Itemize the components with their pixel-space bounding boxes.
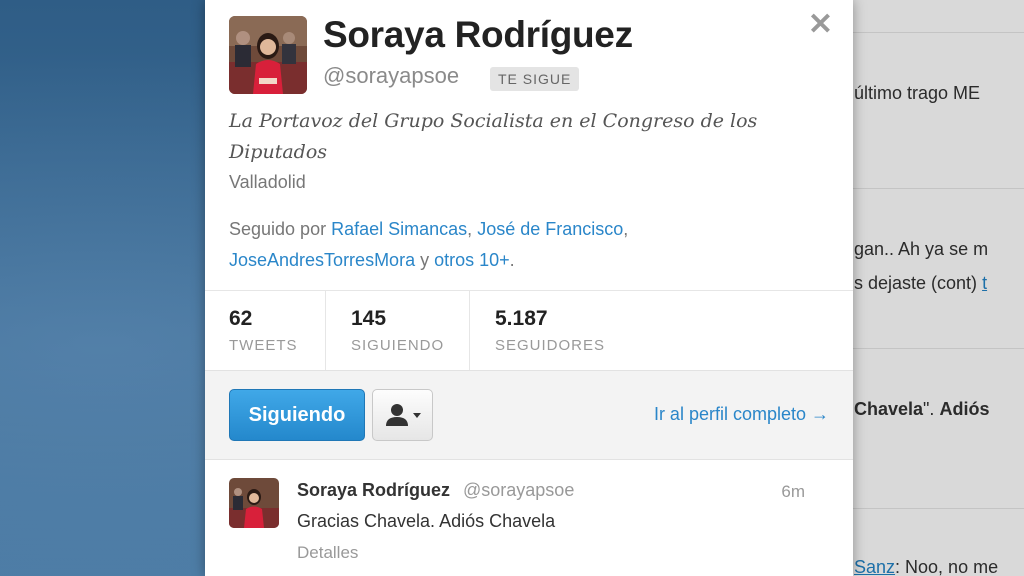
timeline-row: último trago ME [840, 32, 1024, 192]
tweet-text: Gracias Chavela. Adiós Chavela [297, 511, 556, 531]
timeline-text: último trago ME [854, 83, 981, 103]
profile-stats: 62 TWEETS 145 SIGUIENDO 5.187 SEGUIDORES [205, 290, 853, 371]
stat-label: SIGUIENDO [351, 337, 445, 354]
follows-you-badge: TE SIGUE [490, 67, 580, 91]
stat-label: SEGUIDORES [495, 337, 606, 354]
action-bar: Siguiendo Ir al perfil completo → [205, 370, 853, 460]
profile-bio: La Portavoz del Grupo Socialista en el C… [229, 110, 758, 163]
stat-tweets[interactable]: 62 TWEETS [205, 291, 325, 371]
stat-label: TWEETS [229, 337, 298, 354]
followed-by: Seguido por Rafael Simancas, José de Fra… [229, 219, 629, 270]
background-timeline: último trago ME gan.. Ah ya se m s dejas… [840, 0, 1024, 576]
timeline-text: gan.. Ah ya se m [854, 239, 989, 259]
user-actions-dropdown-button[interactable] [372, 389, 433, 441]
tweet-item[interactable]: Soraya Rodríguez @sorayapsoe 6m Gracias … [205, 460, 853, 576]
stat-value: 62 [229, 307, 253, 330]
full-profile-link[interactable]: Ir al perfil completo → [654, 404, 829, 425]
tweet-author-name[interactable]: Soraya Rodríguez [297, 480, 450, 501]
divider [469, 291, 470, 371]
timeline-text: Chavela". Adiós [854, 399, 990, 419]
timeline-row: gan.. Ah ya se m s dejaste (cont) t [840, 188, 1024, 348]
tweet-timestamp[interactable]: 6m [781, 482, 805, 502]
timeline-link[interactable]: Sanz [854, 557, 895, 576]
timeline-text: s dejaste (cont) t [854, 273, 988, 293]
stat-following[interactable]: 145 SIGUIENDO [327, 291, 469, 371]
following-button[interactable]: Siguiendo [229, 389, 365, 441]
followed-by-prefix: Seguido por [229, 219, 327, 239]
profile-name: Soraya Rodríguez [323, 14, 633, 55]
followed-by-link[interactable]: José de Francisco [477, 219, 623, 239]
stat-value: 5.187 [495, 307, 548, 330]
divider [325, 291, 326, 371]
followed-by-others-link[interactable]: otros 10+ [434, 250, 510, 270]
stat-value: 145 [351, 307, 387, 330]
profile-popup: ✕ Soraya Rodríguez @sorayapsoe TE SIGUE … [205, 0, 853, 576]
followed-by-link[interactable]: JoseAndresTorresMora [229, 250, 415, 270]
profile-handle: @sorayapsoe [323, 63, 460, 88]
timeline-row: Chavela". Adiós [840, 348, 1024, 508]
tweet-avatar[interactable] [229, 478, 279, 528]
profile-location: Valladolid [229, 172, 306, 192]
timeline-link[interactable]: t [982, 273, 987, 293]
timeline-text: Sanz: Noo, no me [854, 557, 999, 576]
tweet-details-link[interactable]: Detalles [297, 543, 358, 563]
close-icon[interactable]: ✕ [808, 10, 833, 40]
followed-by-link[interactable]: Rafael Simancas [331, 219, 467, 239]
user-dropdown-icon [386, 404, 421, 426]
avatar[interactable] [229, 16, 307, 94]
tweet-author-handle[interactable]: @sorayapsoe [463, 480, 574, 501]
timeline-row: Sanz: Noo, no me [840, 508, 1024, 576]
timeline-row [840, 0, 1024, 30]
stat-followers[interactable]: 5.187 SEGUIDORES [471, 291, 671, 371]
